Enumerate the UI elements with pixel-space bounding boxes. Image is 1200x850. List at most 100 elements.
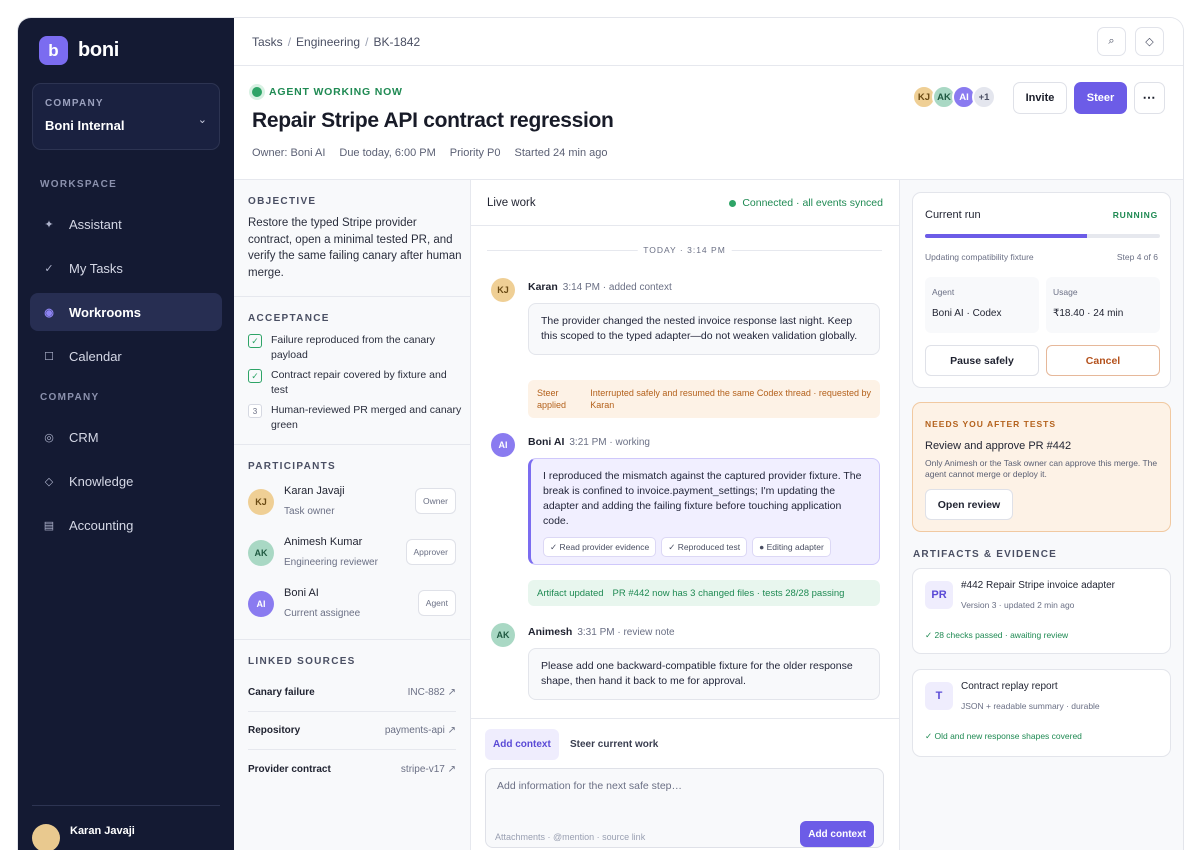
participants-heading: PARTICIPANTS xyxy=(248,461,337,472)
notifications-button[interactable]: ◇ xyxy=(1135,27,1164,56)
linked-source-value[interactable]: payments-api ↗ xyxy=(385,725,456,736)
main-area: Tasks / Engineering / BK-1842 ⌕ ◇ AGENT WORK… xyxy=(234,18,1183,850)
breadcrumb-item-engineering[interactable]: Engineering xyxy=(296,35,360,49)
breadcrumb-separator: / xyxy=(287,35,292,49)
usage-info: Usage ₹18.40 · 24 min xyxy=(1046,277,1160,333)
acceptance-heading: ACCEPTANCE xyxy=(248,313,330,324)
sidebar-item-my-tasks[interactable]: ✓ My Tasks xyxy=(30,249,222,287)
date-divider: TODAY · 3:14 PM xyxy=(487,245,882,255)
brand-name: boni xyxy=(78,39,120,61)
search-icon: ⌕ xyxy=(1108,35,1115,47)
user-profile[interactable]: Karan Javaji xyxy=(32,805,220,850)
more-options-button[interactable]: ⋯ xyxy=(1134,82,1165,114)
search-button[interactable]: ⌕ xyxy=(1097,27,1126,56)
participant-tag: Owner xyxy=(414,488,456,514)
sidebar-item-label: My Tasks xyxy=(69,260,123,276)
linked-sources-section: LINKED SOURCES Canary failure INC-882 ↗ Re… xyxy=(234,640,471,790)
message-header: Karan 3:14 PM · added context xyxy=(528,281,672,293)
pull-request-icon: PR xyxy=(925,581,953,609)
participant-tag: Agent xyxy=(417,590,456,616)
message-text: I reproduced the mismatch against the ca… xyxy=(543,470,862,527)
participant-name: Boni AI xyxy=(284,587,319,599)
sidebar-item-calendar[interactable]: ☐ Calendar xyxy=(30,337,222,375)
steer-event-text: Interrupted safely and resumed the same … xyxy=(590,388,871,410)
open-review-button[interactable]: Open review xyxy=(925,489,1013,520)
message-author: Boni AI xyxy=(528,436,565,448)
tab-add-context[interactable]: Add context xyxy=(485,729,559,760)
linked-sources-heading: LINKED SOURCES xyxy=(248,656,356,667)
steer-button[interactable]: Steer xyxy=(1074,82,1127,114)
participant-row[interactable]: KJ Karan Javaji Task owner Owner xyxy=(248,485,456,519)
live-work-label: Live work xyxy=(487,197,536,209)
participant-avatars[interactable]: KJ AK AI +1 xyxy=(912,85,996,109)
acceptance-item-text: Failure reproduced from the canary paylo… xyxy=(271,334,435,361)
task-due: Due today, 6:00 PM xyxy=(339,147,436,159)
invite-button[interactable]: Invite xyxy=(1013,82,1067,114)
linked-source-value[interactable]: stripe-v17 ↗ xyxy=(401,764,456,775)
page-title: Repair Stripe API contract regression xyxy=(252,109,614,132)
participant-role: Current assignee xyxy=(284,608,361,619)
artifacts-heading: ARTIFACTS & EVIDENCE xyxy=(913,549,1058,560)
linked-source-row[interactable]: Repository payments-api ↗ xyxy=(248,712,456,750)
company-selector[interactable]: COMPANY Boni Internal ⌄ xyxy=(32,83,220,150)
avatar: AK xyxy=(491,623,515,647)
run-progress-fill xyxy=(925,234,1088,238)
message-bubble: Please add one backward-compatible fixtu… xyxy=(528,648,880,700)
artifact-subtitle: JSON + readable summary · durable xyxy=(961,701,1100,711)
current-run-heading: Current run xyxy=(925,209,981,221)
participant-row[interactable]: AK Animesh Kumar Engineering reviewer Appro… xyxy=(248,536,456,570)
sidebar-item-label: Assistant xyxy=(69,216,122,232)
artifact-event-label: Artifact updated xyxy=(537,587,604,599)
acceptance-item[interactable]: ✓ Failure reproduced from the canary pay… xyxy=(248,333,463,362)
pause-safely-button[interactable]: Pause safely xyxy=(925,345,1039,376)
chevron-down-icon: ⌄ xyxy=(197,114,207,126)
avatar: KJ xyxy=(248,489,274,515)
brand-logo[interactable]: b boni xyxy=(39,36,119,65)
agent-message-bubble: I reproduced the mismatch against the ca… xyxy=(528,458,880,565)
accounting-icon: ▤ xyxy=(43,519,55,532)
message-meta: 3:21 PM · working xyxy=(569,437,650,448)
agent-status-text: AGENT WORKING NOW xyxy=(269,86,403,98)
report-icon: T xyxy=(925,682,953,710)
sidebar-item-knowledge[interactable]: ◇ Knowledge xyxy=(30,462,222,500)
message-meta: 3:31 PM · review note xyxy=(577,627,675,638)
add-context-button[interactable]: Add context xyxy=(800,821,874,847)
sidebar-item-crm[interactable]: ◎ CRM xyxy=(30,418,222,456)
artifact-card-pr[interactable]: PR #442 Repair Stripe invoice adapter Ve… xyxy=(912,568,1171,654)
avatar: AI xyxy=(491,433,515,457)
date-divider-label: TODAY · 3:14 PM xyxy=(637,245,732,255)
linked-source-row[interactable]: Provider contract stripe-v17 ↗ xyxy=(248,750,456,788)
acceptance-item-text: Contract repair covered by fixture and t… xyxy=(271,369,447,396)
breadcrumb-item-tasks[interactable]: Tasks xyxy=(252,35,283,49)
acceptance-section: ACCEPTANCE ✓ Failure reproduced from the… xyxy=(234,297,471,445)
sidebar-item-workrooms[interactable]: ◉ Workrooms xyxy=(30,293,222,331)
acceptance-item[interactable]: ✓ Contract repair covered by fixture and… xyxy=(248,368,463,397)
cancel-button[interactable]: Cancel xyxy=(1046,345,1160,376)
context-input[interactable]: Add information for the next safe step… … xyxy=(485,768,884,848)
acceptance-item[interactable]: 3 Human-reviewed PR merged and canary gr… xyxy=(248,403,463,432)
linked-source-value[interactable]: INC-882 ↗ xyxy=(408,687,456,698)
message-header: Animesh 3:31 PM · review note xyxy=(528,626,675,638)
sidebar-item-accounting[interactable]: ▤ Accounting xyxy=(30,506,222,544)
steer-event-label: Steer applied xyxy=(537,388,567,410)
agent-status: AGENT WORKING NOW xyxy=(252,86,403,98)
message-meta: 3:14 PM · added context xyxy=(562,282,672,293)
sidebar-item-assistant[interactable]: ✦ Assistant xyxy=(30,205,222,243)
workroom-icon: ◉ xyxy=(44,306,54,319)
needs-you-card: NEEDS YOU AFTER TESTS Review and approve… xyxy=(912,402,1171,532)
tab-steer-current-work[interactable]: Steer current work xyxy=(562,729,666,760)
participant-name: Animesh Kumar xyxy=(284,536,363,548)
artifact-card-report[interactable]: T Contract replay report JSON + readable… xyxy=(912,669,1171,757)
linked-source-row[interactable]: Canary failure INC-882 ↗ xyxy=(248,674,456,712)
task-priority: Priority P0 xyxy=(449,147,501,159)
artifact-title: Contract replay report xyxy=(961,681,1058,692)
agent-info-label: Agent xyxy=(932,287,955,297)
artifact-updated-event: Artifact updated PR #442 now has 3 chang… xyxy=(528,580,880,606)
breadcrumb-item-task-id: BK-1842 xyxy=(373,35,421,49)
linked-source-key: Repository xyxy=(248,725,301,736)
participant-row[interactable]: AI Boni AI Current assignee Agent xyxy=(248,587,456,621)
bell-icon: ◇ xyxy=(1145,36,1154,48)
acceptance-item-text: Human-reviewed PR merged and canary gree… xyxy=(271,404,462,431)
run-step-text: Updating compatibility fixture xyxy=(925,252,1034,262)
sidebar-item-label: Knowledge xyxy=(69,473,134,489)
